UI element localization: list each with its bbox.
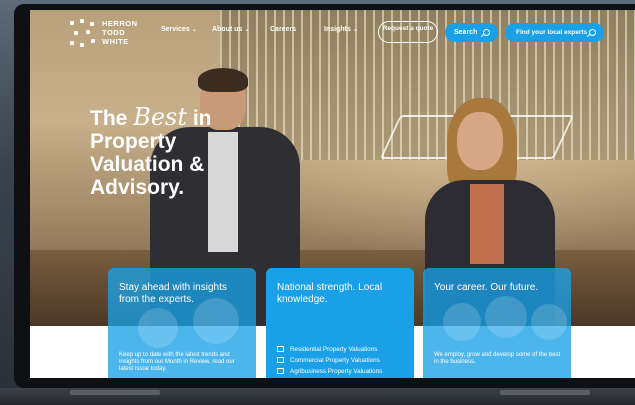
search-button[interactable]: Search: [445, 23, 498, 42]
find-local-experts-button[interactable]: Find your local experts: [505, 23, 604, 42]
card-title: Stay ahead with insights from the expert…: [119, 282, 227, 305]
services-list: Residential Property Valuations Commerci…: [277, 344, 412, 377]
house-icon: [277, 346, 284, 352]
nav-about-us[interactable]: About us ⌄: [212, 26, 249, 33]
chevron-down-icon: ⌄: [191, 27, 197, 33]
nav-services[interactable]: Services ⌄: [161, 26, 197, 33]
nav-insights[interactable]: Insights ⌄: [324, 26, 358, 33]
service-link-residential[interactable]: Residential Property Valuations: [277, 344, 412, 355]
logo-dots-icon: [70, 19, 100, 49]
headline-suffix: in: [192, 107, 212, 130]
headline-line-1: Property: [90, 130, 177, 153]
headline-script-word: Best: [133, 103, 187, 131]
chevron-down-icon: ⌄: [244, 27, 250, 33]
site-logo[interactable]: HERRON TODD WHITE: [70, 19, 170, 49]
careers-card[interactable]: Your career. Our future. We employ, grow…: [423, 268, 571, 378]
card-title: Your career. Our future.: [434, 282, 539, 293]
site-header: HERRON TODD WHITE Services ⌄ About us ⌄ Ca…: [30, 10, 635, 56]
insights-card[interactable]: Stay ahead with insights from the expert…: [108, 268, 256, 378]
headline-prefix: The: [90, 107, 128, 130]
hero-headline: The Best in Property Valuation & Advisor…: [90, 103, 212, 199]
nav-careers[interactable]: Careers: [270, 26, 296, 33]
headline-line-2: Valuation &: [90, 153, 205, 176]
service-link-agribusiness[interactable]: Agribusiness Property Valuations: [277, 366, 412, 377]
building-icon: [277, 357, 284, 363]
laptop-base: [0, 388, 635, 405]
tractor-icon: [277, 368, 284, 374]
request-quote-button[interactable]: Request a quote: [378, 21, 438, 43]
card-title: National strength. Local knowledge.: [277, 282, 383, 305]
service-link-commercial[interactable]: Commercial Property Valuations: [277, 355, 412, 366]
logo-wordmark: HERRON TODD WHITE: [102, 19, 138, 46]
search-icon: [483, 29, 490, 36]
chevron-down-icon: ⌄: [352, 27, 358, 33]
search-icon: [589, 29, 596, 36]
card-body: Keep up to date with the latest trends a…: [119, 352, 235, 372]
browser-viewport: The Best in Property Valuation & Advisor…: [30, 10, 635, 378]
services-card[interactable]: National strength. Local knowledge. Resi…: [266, 268, 414, 378]
headline-line-3: Advisory.: [90, 176, 185, 199]
card-body: We employ, grow and develop some of the …: [434, 352, 561, 365]
